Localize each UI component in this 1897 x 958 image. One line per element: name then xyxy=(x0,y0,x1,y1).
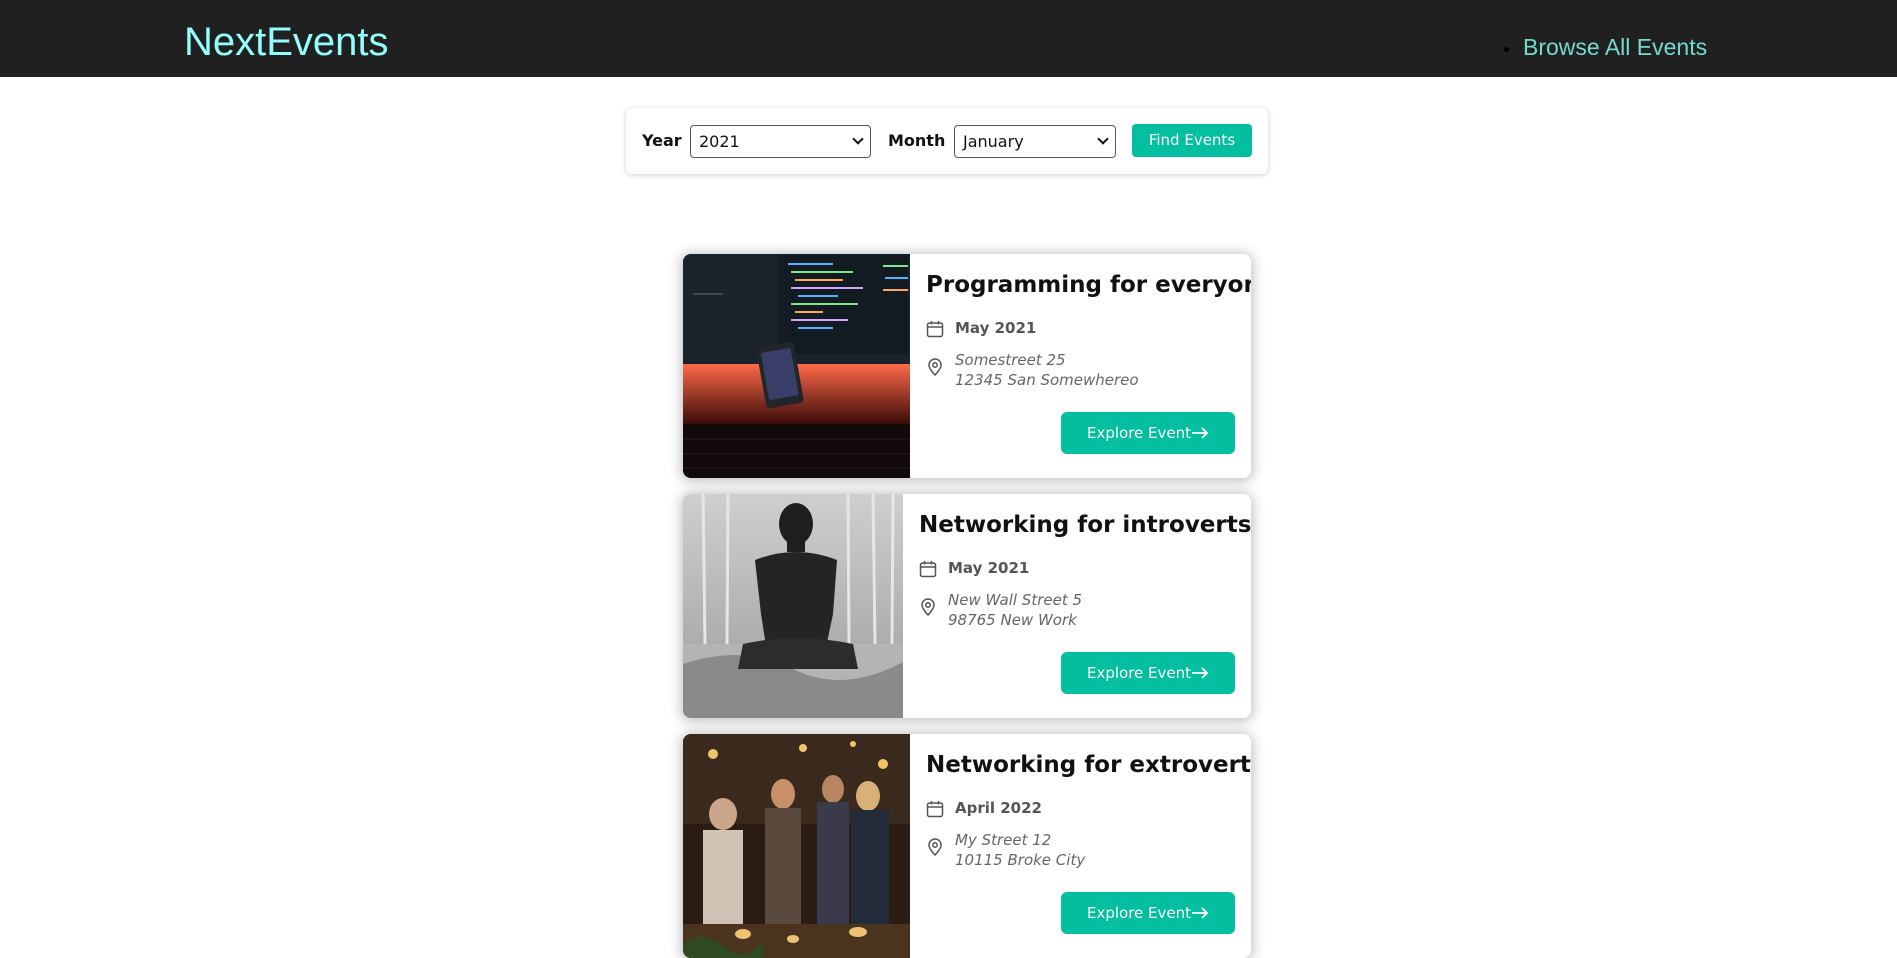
event-address: My Street 12 10115 Broke City xyxy=(955,830,1085,870)
address-line: 98765 New Work xyxy=(948,611,1077,629)
year-select[interactable]: 2021 xyxy=(690,125,871,158)
month-select-value: January xyxy=(963,132,1024,151)
calendar-icon xyxy=(919,561,937,578)
event-address: New Wall Street 5 98765 New Work xyxy=(948,590,1082,630)
address-line: Somestreet 25 xyxy=(955,351,1066,369)
event-card: Networking for introverts May 2021 New W… xyxy=(683,494,1251,718)
event-title: Programming for everyone xyxy=(926,272,1251,298)
event-address: Somestreet 25 12345 San Somewhereo xyxy=(955,350,1139,390)
calendar-icon xyxy=(926,321,944,338)
year-label: Year xyxy=(642,131,682,150)
explore-event-label: Explore Event xyxy=(1087,424,1192,442)
month-select[interactable]: January xyxy=(954,125,1116,158)
browse-all-events-link[interactable]: Browse All Events xyxy=(1523,30,1707,64)
arrow-right-icon xyxy=(1192,667,1209,679)
address-line: 12345 San Somewhereo xyxy=(955,371,1139,389)
list-bullet xyxy=(1504,47,1509,52)
address-line: New Wall Street 5 xyxy=(948,591,1083,609)
site-header: NextEvents Browse All Events xyxy=(0,0,1897,77)
event-image xyxy=(683,734,910,958)
arrow-right-icon xyxy=(1192,907,1209,919)
event-card: Programming for everyone May 2021 Somest… xyxy=(683,254,1251,478)
event-search-form: Year 2021 Month January Find Events xyxy=(626,108,1268,174)
find-events-button[interactable]: Find Events xyxy=(1132,124,1252,157)
arrow-right-icon xyxy=(1192,427,1209,439)
event-date: May 2021 xyxy=(955,319,1037,337)
address-line: 10115 Broke City xyxy=(955,851,1086,869)
event-image xyxy=(683,494,903,718)
event-image xyxy=(683,254,910,478)
explore-event-label: Explore Event xyxy=(1087,664,1192,682)
event-date: May 2021 xyxy=(948,559,1030,577)
explore-event-button[interactable]: Explore Event xyxy=(1061,412,1235,454)
chevron-down-icon xyxy=(852,133,864,145)
explore-event-label: Explore Event xyxy=(1087,904,1192,922)
event-title: Networking for introverts xyxy=(919,512,1251,538)
event-card: Networking for extroverts April 2022 My … xyxy=(683,734,1251,958)
location-pin-icon xyxy=(928,358,942,376)
event-title: Networking for extroverts xyxy=(926,752,1251,778)
explore-event-button[interactable]: Explore Event xyxy=(1061,652,1235,694)
event-card-content: Networking for extroverts April 2022 My … xyxy=(910,734,1251,958)
event-card-content: Programming for everyone May 2021 Somest… xyxy=(910,254,1251,478)
location-pin-icon xyxy=(928,838,942,856)
event-date: April 2022 xyxy=(955,799,1042,817)
chevron-down-icon xyxy=(1097,133,1109,145)
month-label: Month xyxy=(888,131,946,150)
logo-link[interactable]: NextEvents xyxy=(184,18,389,66)
address-line: My Street 12 xyxy=(955,831,1052,849)
event-card-content: Networking for introverts May 2021 New W… xyxy=(903,494,1251,718)
location-pin-icon xyxy=(921,598,935,616)
explore-event-button[interactable]: Explore Event xyxy=(1061,892,1235,934)
year-select-value: 2021 xyxy=(699,132,740,151)
calendar-icon xyxy=(926,801,944,818)
